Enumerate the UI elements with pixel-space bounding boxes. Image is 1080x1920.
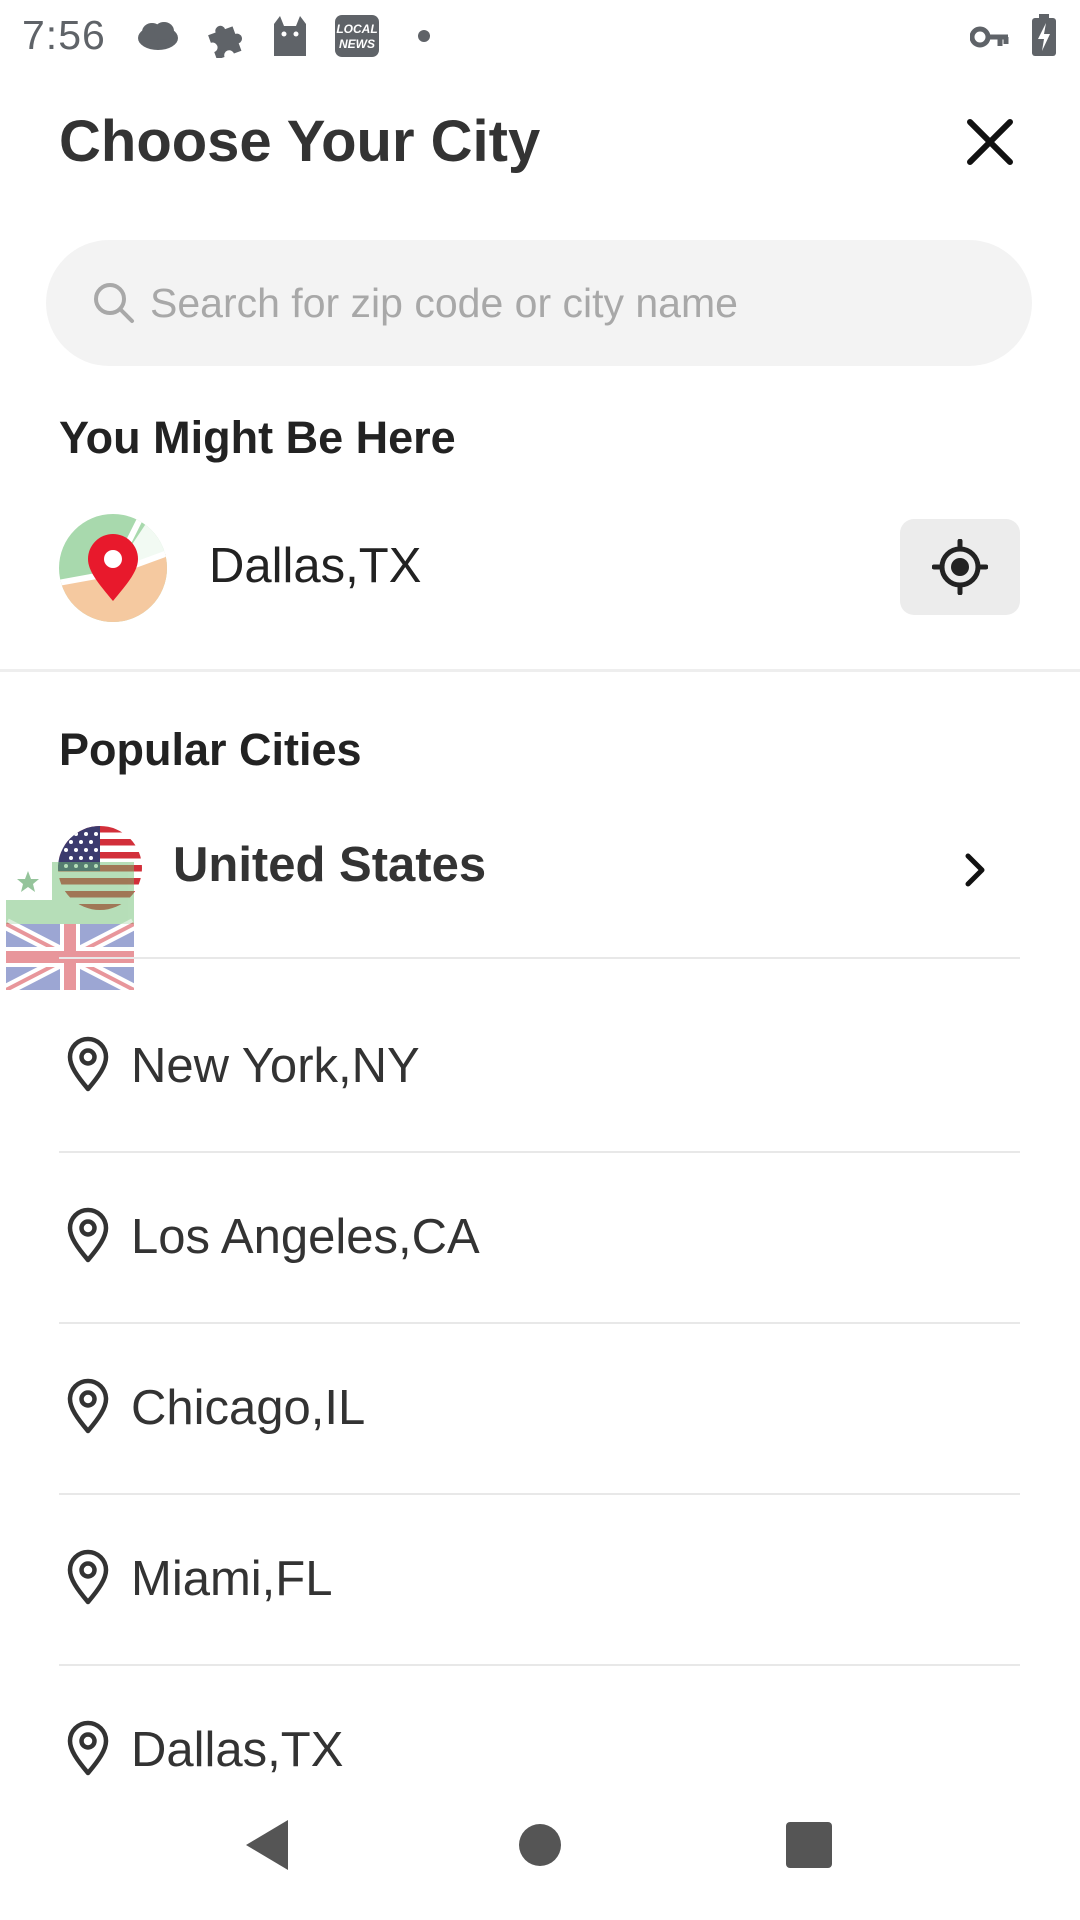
location-pin-icon bbox=[64, 1378, 112, 1439]
city-name: Chicago,IL bbox=[131, 1381, 366, 1435]
locate-button[interactable] bbox=[900, 519, 1020, 615]
current-location-section-title: You Might Be Here bbox=[59, 412, 456, 463]
row-divider bbox=[59, 1322, 1020, 1324]
status-bar: 7:56 LOCAL NEWS bbox=[0, 0, 1080, 72]
location-pin-icon bbox=[64, 1036, 112, 1097]
current-city-name: Dallas,TX bbox=[209, 539, 422, 593]
row-divider bbox=[59, 1664, 1020, 1666]
dot-icon bbox=[417, 29, 431, 48]
home-icon[interactable] bbox=[518, 1818, 562, 1877]
cloud-icon bbox=[136, 20, 180, 57]
back-icon[interactable] bbox=[242, 1818, 290, 1877]
page-title: Choose Your City bbox=[59, 109, 541, 174]
city-item-new-york[interactable]: New York,NY bbox=[0, 1000, 1080, 1170]
status-time: 7:56 bbox=[22, 12, 106, 58]
row-divider bbox=[59, 957, 1020, 959]
row-divider bbox=[59, 1151, 1020, 1153]
navigation-bar bbox=[0, 1780, 1080, 1920]
city-item-chicago[interactable]: Chicago,IL bbox=[0, 1342, 1080, 1512]
puzzle-icon bbox=[204, 18, 244, 63]
cat-icon bbox=[270, 14, 310, 63]
local-news-icon: LOCAL NEWS bbox=[334, 14, 380, 63]
local-news-icon-line1: LOCAL bbox=[336, 22, 377, 36]
country-name: United States bbox=[173, 838, 487, 892]
floating-flag-overlay[interactable] bbox=[3, 862, 137, 996]
close-button[interactable] bbox=[958, 110, 1022, 174]
vpn-key-icon bbox=[969, 24, 1010, 55]
section-divider bbox=[0, 669, 1080, 672]
row-divider bbox=[59, 1493, 1020, 1495]
map-pin-avatar-icon bbox=[58, 513, 168, 628]
location-pin-icon bbox=[64, 1549, 112, 1610]
close-icon bbox=[967, 119, 1013, 165]
location-pin-icon bbox=[64, 1720, 112, 1781]
search-icon bbox=[92, 281, 136, 330]
recents-icon[interactable] bbox=[786, 1822, 832, 1873]
city-item-los-angeles[interactable]: Los Angeles,CA bbox=[0, 1171, 1080, 1341]
country-selector-row[interactable]: United States bbox=[0, 820, 1080, 960]
city-item-miami[interactable]: Miami,FL bbox=[0, 1513, 1080, 1683]
city-name: New York,NY bbox=[131, 1039, 420, 1093]
city-name: Los Angeles,CA bbox=[131, 1210, 480, 1264]
battery-charging-icon bbox=[1032, 14, 1056, 61]
search-input[interactable] bbox=[150, 240, 990, 366]
city-name: Miami,FL bbox=[131, 1552, 333, 1606]
gps-locate-icon bbox=[932, 539, 988, 595]
popular-cities-section-title: Popular Cities bbox=[59, 724, 362, 775]
city-name: Dallas,TX bbox=[131, 1723, 344, 1777]
chevron-right-icon bbox=[960, 850, 990, 895]
local-news-icon-line2: NEWS bbox=[339, 37, 375, 51]
location-pin-icon bbox=[64, 1207, 112, 1268]
current-location-row[interactable]: Dallas,TX bbox=[0, 500, 1080, 640]
search-box[interactable] bbox=[46, 240, 1032, 366]
